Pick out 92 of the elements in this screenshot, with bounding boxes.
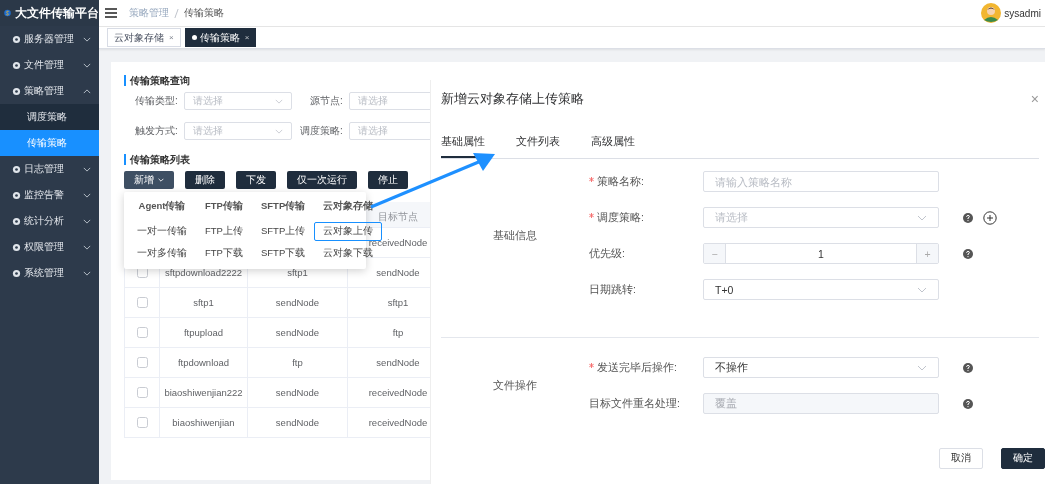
menu-icon[interactable] bbox=[105, 8, 117, 18]
circle-icon bbox=[12, 34, 21, 44]
checkbox[interactable] bbox=[136, 417, 148, 428]
chevron-icon bbox=[83, 244, 91, 250]
circle-icon bbox=[12, 86, 21, 96]
help-icon[interactable] bbox=[963, 248, 973, 259]
required-icon bbox=[589, 363, 594, 368]
table-cell: sftp1 bbox=[160, 288, 248, 317]
sidebar-group[interactable]: 权限管理 bbox=[0, 234, 99, 260]
caret-icon bbox=[158, 178, 164, 182]
menu-heading: FTP传输 bbox=[205, 200, 243, 213]
sidebar-group[interactable]: 监控告警 bbox=[0, 182, 99, 208]
menu-heading: 云对象存储 bbox=[323, 200, 374, 213]
chevron-icon bbox=[83, 192, 91, 198]
checkbox[interactable] bbox=[136, 297, 148, 308]
circle-icon bbox=[12, 216, 21, 226]
dialog-button[interactable]: 取消 bbox=[939, 448, 983, 469]
toolbar-button[interactable]: 删除 bbox=[185, 171, 225, 189]
chevron-icon bbox=[83, 36, 91, 42]
sidebar-item[interactable]: 调度策略 bbox=[0, 104, 99, 130]
checkbox[interactable] bbox=[136, 357, 148, 368]
menu-item[interactable]: SFTP上传 bbox=[251, 222, 315, 241]
dialog-button[interactable]: 确定 bbox=[1001, 448, 1045, 469]
field-label: 优先级: bbox=[589, 246, 625, 261]
select-field[interactable]: T+0 bbox=[703, 279, 939, 300]
chevron-icon bbox=[83, 166, 91, 172]
app-title: 大文件传输平台 bbox=[15, 5, 99, 21]
sidebar-group[interactable]: 系统管理 bbox=[0, 260, 99, 286]
toolbar-button[interactable]: 仅一次运行 bbox=[287, 171, 357, 189]
field-label: 调度策略: bbox=[597, 210, 644, 225]
toolbar-button[interactable]: 下发 bbox=[236, 171, 276, 189]
field-label: 传输类型: bbox=[134, 94, 178, 108]
menu-heading: Agent传输 bbox=[138, 200, 186, 213]
breadcrumb-item: 传输策略 bbox=[184, 6, 224, 20]
chevron-icon bbox=[83, 218, 91, 224]
chevron-icon bbox=[917, 214, 927, 221]
sidebar-group[interactable]: 统计分析 bbox=[0, 208, 99, 234]
required-icon bbox=[589, 213, 594, 218]
table-cell: sendNode bbox=[248, 378, 348, 407]
chevron-icon bbox=[83, 270, 91, 276]
chevron-icon bbox=[83, 62, 91, 68]
table-cell: ftpupload bbox=[160, 318, 248, 347]
page-tab[interactable]: 云对象存储 × bbox=[107, 28, 181, 47]
circle-icon bbox=[12, 242, 21, 252]
chevron-icon bbox=[917, 286, 927, 293]
sidebar-group[interactable]: 策略管理 bbox=[0, 78, 99, 104]
add-icon[interactable] bbox=[983, 210, 997, 225]
page-tab[interactable]: 传输策略 × bbox=[184, 28, 257, 47]
field-label: 触发方式: bbox=[134, 124, 178, 138]
field-label: 调度策略: bbox=[299, 124, 343, 138]
circle-icon bbox=[12, 164, 21, 174]
sidebar-group[interactable]: 日志管理 bbox=[0, 156, 99, 182]
table-cell: sendNode bbox=[248, 408, 348, 437]
table-cell: ftp bbox=[248, 348, 348, 377]
sidebar-group[interactable]: 文件管理 bbox=[0, 52, 99, 78]
required-icon bbox=[589, 177, 594, 182]
table-cell: sendNode bbox=[248, 318, 348, 347]
menu-item[interactable]: 一对一传输 bbox=[128, 222, 196, 241]
field-label: 源节点: bbox=[309, 94, 343, 108]
field-label: 目标文件重名处理: bbox=[589, 396, 680, 411]
section-label: 基础信息 bbox=[493, 228, 537, 243]
checkbox[interactable] bbox=[136, 387, 148, 398]
chevron-icon bbox=[83, 88, 91, 94]
field-label: 发送完毕后操作: bbox=[597, 360, 677, 375]
menu-item[interactable]: 云对象上传 bbox=[314, 222, 383, 241]
table-cell: biaoshiwenjian222 bbox=[160, 378, 248, 407]
toolbar-button[interactable]: 停止 bbox=[368, 171, 408, 189]
help-icon[interactable] bbox=[963, 362, 973, 373]
chevron-icon bbox=[917, 364, 927, 371]
select-field[interactable]: 不操作 bbox=[703, 357, 939, 378]
avatar-icon[interactable] bbox=[981, 3, 1002, 23]
chevron-icon bbox=[275, 98, 283, 104]
chevron-icon bbox=[275, 128, 283, 134]
table-cell: sendNode bbox=[248, 288, 348, 317]
input-field[interactable]: 请输入策略名称 bbox=[703, 171, 939, 192]
field-label: 日期跳转: bbox=[589, 282, 636, 297]
circle-icon bbox=[12, 190, 21, 200]
section-label: 文件操作 bbox=[493, 378, 537, 393]
user-name[interactable]: sysadmi bbox=[1004, 7, 1041, 19]
number-field[interactable]: − 1 + bbox=[703, 243, 939, 264]
table-cell: biaoshiwenjian bbox=[160, 408, 248, 437]
checkbox[interactable] bbox=[136, 327, 148, 338]
help-icon[interactable] bbox=[963, 212, 973, 223]
help-icon[interactable] bbox=[963, 398, 973, 409]
menu-heading: SFTP传输 bbox=[260, 200, 306, 213]
circle-icon bbox=[12, 60, 21, 70]
table-cell: ftpdownload bbox=[160, 348, 248, 377]
circle-icon bbox=[12, 268, 21, 278]
menu-item[interactable]: FTP上传 bbox=[196, 222, 252, 241]
toolbar-button[interactable]: 新增 bbox=[124, 171, 174, 189]
sidebar-group[interactable]: 服务器管理 bbox=[0, 26, 99, 52]
field-label: 策略名称: bbox=[597, 174, 644, 189]
